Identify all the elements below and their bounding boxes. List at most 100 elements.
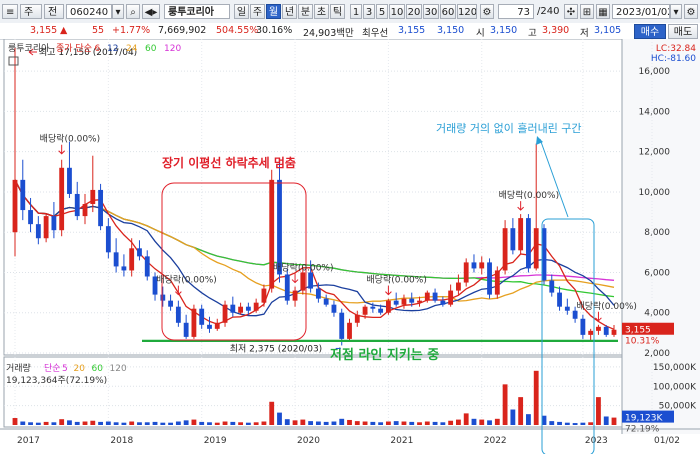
- volume-bar: [292, 420, 298, 425]
- candle-body: [199, 308, 205, 325]
- volume-bar: [448, 420, 454, 425]
- candle-body: [261, 288, 267, 303]
- date-dropdown-icon[interactable]: ▾: [670, 4, 682, 19]
- sell-button[interactable]: 매도: [668, 24, 698, 39]
- volume-bar: [300, 419, 306, 425]
- price-legend-item: 24: [126, 44, 138, 54]
- page-count-input[interactable]: 73: [498, 4, 534, 19]
- price-legend-item: 6: [95, 44, 101, 54]
- high-value: 3,390: [542, 25, 570, 36]
- date-input[interactable]: 2023/01/02: [612, 4, 670, 19]
- volume-bar: [43, 421, 49, 425]
- candle-body: [572, 310, 578, 319]
- change-value: 55: [92, 25, 105, 36]
- volume-bar: [315, 421, 321, 425]
- period-tab[interactable]: 주: [250, 4, 265, 19]
- volume-bar: [588, 422, 594, 425]
- volume-bar: [67, 420, 72, 425]
- volume-bar: [432, 421, 438, 425]
- candle-body: [168, 300, 173, 307]
- collapse-icon[interactable]: ⊞: [580, 4, 594, 19]
- stock-code-input[interactable]: 060240: [66, 4, 112, 19]
- volume-bar: [331, 421, 337, 425]
- candle-body: [339, 312, 345, 339]
- buy-button[interactable]: 매수: [634, 24, 666, 39]
- volume-value: 7,669,902: [158, 25, 207, 36]
- volume-tick-label: 50,000K: [659, 402, 697, 412]
- candle-body: [300, 272, 306, 291]
- volume-bar: [487, 420, 492, 425]
- minute-tab[interactable]: 3: [363, 4, 375, 19]
- volume-bar: [510, 409, 516, 425]
- volume-bar: [580, 422, 586, 425]
- candle-body: [323, 298, 329, 305]
- candle-body: [526, 218, 531, 269]
- minute-tab[interactable]: 120: [457, 4, 477, 19]
- volume-bar: [74, 421, 80, 425]
- minute-tab[interactable]: 10: [389, 4, 405, 19]
- minute-tab[interactable]: 30: [423, 4, 439, 19]
- volume-bar: [129, 421, 135, 425]
- candle-body: [284, 274, 290, 301]
- price-legend-item: 12: [107, 44, 118, 54]
- candle-body: [370, 306, 376, 309]
- settings-icon[interactable]: ⚙: [684, 4, 698, 19]
- speaker-icon[interactable]: ◀▸: [142, 4, 160, 19]
- expand-icon[interactable]: ✣: [564, 4, 578, 19]
- volume-bar: [339, 418, 345, 425]
- menu-icon[interactable]: ≡: [2, 4, 18, 19]
- price-tick-label: 2,000: [644, 349, 670, 359]
- volume-legend-item: 120: [110, 364, 127, 374]
- minute-tab[interactable]: 20: [406, 4, 422, 19]
- minute-tab[interactable]: 1: [350, 4, 362, 19]
- volume-bar: [152, 421, 158, 425]
- amount-value: 24,903백만: [303, 28, 354, 39]
- candle-body: [448, 290, 454, 305]
- volume-bar: [526, 414, 531, 425]
- volume-bar: [440, 422, 446, 425]
- price-legend-item: 종가 단순: [56, 43, 92, 54]
- period-tab[interactable]: 월: [266, 4, 281, 19]
- minute-tab[interactable]: 5: [376, 4, 388, 19]
- candle-body: [362, 306, 368, 315]
- market-select[interactable]: 주: [20, 4, 42, 19]
- candle-body: [28, 210, 33, 225]
- candle-body: [456, 282, 461, 291]
- price-tick-label: 4,000: [644, 309, 670, 319]
- volume-bar: [168, 422, 173, 425]
- calendar-icon[interactable]: ▦: [596, 4, 610, 19]
- volume-bar: [494, 418, 500, 425]
- minute-tab[interactable]: 60: [440, 4, 456, 19]
- volume-tick-label: 100,000K: [653, 382, 697, 392]
- price-chart[interactable]: 16,000 14,000 12,000 10,000 8,000 6,000 4,000 2…: [0, 39, 700, 454]
- period-tab[interactable]: 분: [298, 4, 313, 19]
- candle-body: [191, 308, 197, 337]
- volume-legend-title: 거래량: [6, 362, 31, 374]
- volume-bar: [284, 419, 290, 425]
- preferred-label: 최우선: [362, 28, 389, 39]
- period-tab[interactable]: 일: [234, 4, 249, 19]
- candle-body: [74, 193, 80, 217]
- period-tab[interactable]: 년: [282, 4, 297, 19]
- search-icon[interactable]: ⌕: [126, 4, 140, 19]
- volume-bar: [20, 421, 26, 425]
- candle-body: [277, 179, 282, 275]
- period-tab[interactable]: 초: [314, 4, 329, 19]
- candle-body: [175, 306, 181, 323]
- low-volume-annotation: 거래량 거의 없이 흘러내린 구간: [436, 122, 582, 135]
- volume-bar: [214, 422, 220, 425]
- code-dropdown-icon[interactable]: ▾: [112, 4, 124, 19]
- volume-bar: [105, 421, 111, 425]
- candle-body: [409, 298, 415, 303]
- change-pct: +1.77%: [112, 25, 151, 36]
- candle-body: [557, 292, 562, 307]
- volume-bar: [533, 370, 539, 425]
- period-tab[interactable]: 틱: [330, 4, 345, 19]
- trend-annotation: 장기 이평선 하락추세 멈춤: [162, 155, 296, 170]
- volume-bar: [572, 423, 578, 425]
- x-tick-label: 2018: [110, 436, 133, 446]
- high-label: 고: [528, 28, 537, 39]
- type-select[interactable]: 전: [44, 4, 64, 19]
- gear-icon[interactable]: ⚙: [480, 4, 494, 19]
- candle-body: [51, 216, 57, 231]
